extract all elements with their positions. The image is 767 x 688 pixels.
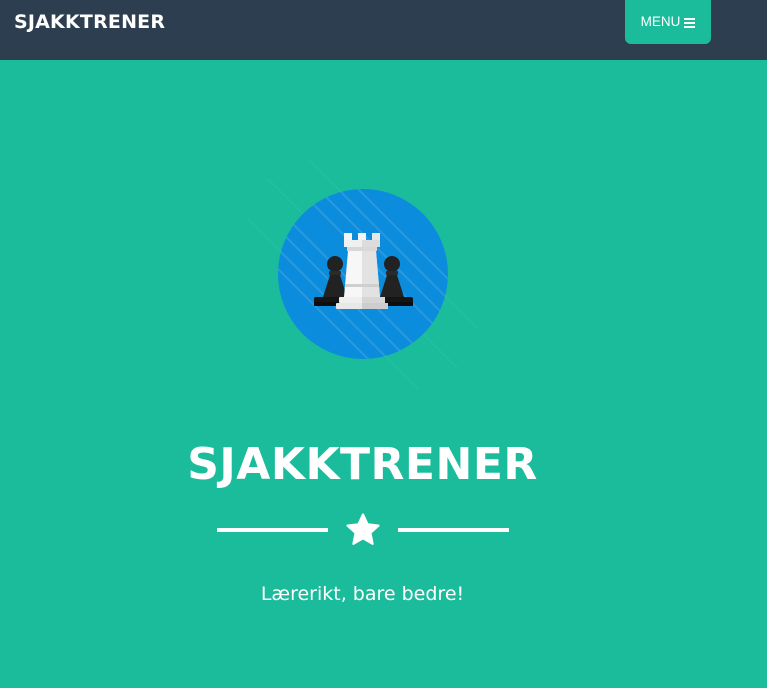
star-icon xyxy=(346,513,380,545)
divider-line-right xyxy=(398,528,509,532)
tagline: Lærerikt, bare bedre! xyxy=(260,583,465,605)
star-divider xyxy=(217,512,509,548)
menu-button-label: MENU xyxy=(640,14,681,29)
hero-header: SJAKKTRENER Lærerikt, bare bedre! xyxy=(0,60,767,688)
chess-avatar-image xyxy=(247,158,479,390)
chess-rook-and-pawns-icon xyxy=(247,158,479,390)
brand-link[interactable]: SJAKKTRENER xyxy=(14,10,165,34)
page-title: SJAKKTRENER xyxy=(187,439,538,490)
divider-line-left xyxy=(217,528,328,532)
menu-button[interactable]: MENU xyxy=(625,0,711,44)
hamburger-icon xyxy=(684,18,696,28)
top-navbar: SJAKKTRENER MENU xyxy=(0,0,767,60)
